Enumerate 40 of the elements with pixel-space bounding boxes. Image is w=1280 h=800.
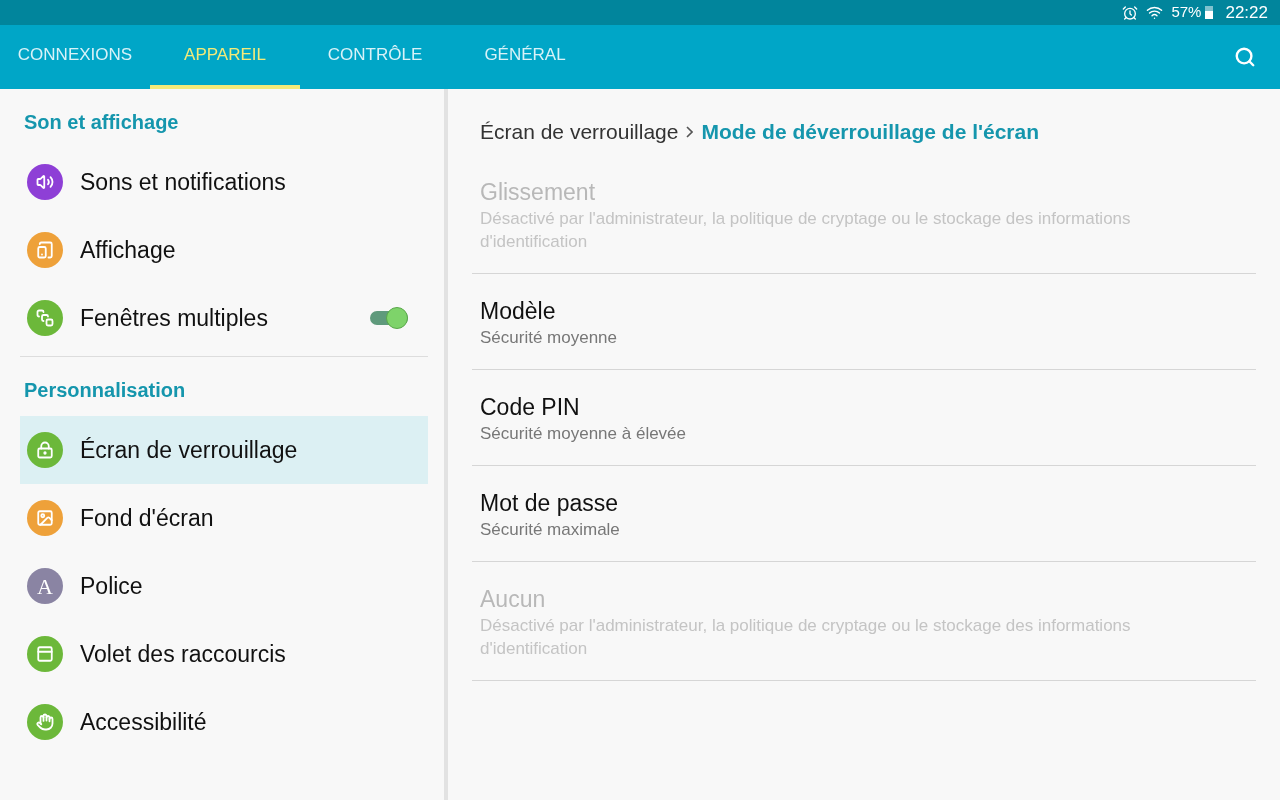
section-heading: Son et affichage bbox=[23, 110, 180, 135]
wifi-icon bbox=[1146, 4, 1164, 21]
letter-icon: A bbox=[27, 568, 63, 604]
option-title: Modèle bbox=[480, 297, 557, 326]
option-title: Mot de passe bbox=[480, 489, 620, 518]
settings-item[interactable]: Volet des raccourcis bbox=[20, 620, 428, 688]
option-subtitle: Sécurité moyenne bbox=[480, 327, 619, 349]
chevron-icon bbox=[686, 126, 694, 138]
clock-time: 22:22 bbox=[1225, 1, 1268, 24]
battery-icon bbox=[1205, 6, 1214, 19]
item-label: Police bbox=[80, 571, 144, 601]
search-icon[interactable] bbox=[1234, 46, 1256, 68]
unlock-option[interactable]: Code PIN Sécurité moyenne à élevée bbox=[472, 370, 1256, 466]
settings-item[interactable]: A Police bbox=[20, 552, 428, 620]
item-label: Fond d'écran bbox=[80, 503, 215, 533]
item-label: Sons et notifications bbox=[80, 167, 287, 197]
unlock-option[interactable]: Mot de passe Sécurité maximale bbox=[472, 466, 1256, 562]
settings-item[interactable]: Accessibilité bbox=[20, 688, 428, 756]
settings-item[interactable]: Fenêtres multiples bbox=[20, 284, 428, 352]
breadcrumb-link[interactable]: Écran de verrouillage bbox=[480, 116, 679, 148]
unlock-option[interactable]: Modèle Sécurité moyenne bbox=[472, 274, 1256, 370]
section-heading: Personnalisation bbox=[23, 378, 187, 403]
alarm-icon bbox=[1122, 4, 1139, 21]
item-label: Affichage bbox=[80, 235, 177, 265]
breadcrumb-current: Mode de déverrouillage de l'écran bbox=[701, 119, 1040, 146]
item-label: Fenêtres multiples bbox=[80, 303, 269, 333]
settings-item[interactable]: Sons et notifications bbox=[20, 148, 428, 216]
item-label: Volet des raccourcis bbox=[80, 639, 287, 669]
item-label: Écran de verrouillage bbox=[80, 435, 299, 465]
option-subtitle: Sécurité moyenne à élevée bbox=[480, 423, 688, 445]
settings-item[interactable]: Écran de verrouillage bbox=[20, 416, 428, 484]
option-title: Aucun bbox=[480, 585, 547, 614]
settings-item[interactable]: Fond d'écran bbox=[20, 484, 428, 552]
option-title: Code PIN bbox=[480, 393, 581, 422]
battery-percent: 57% bbox=[1171, 2, 1202, 23]
item-label: Accessibilité bbox=[80, 707, 208, 737]
option-subtitle: Sécurité maximale bbox=[480, 519, 621, 541]
toggle-switch[interactable] bbox=[370, 306, 408, 330]
settings-item[interactable]: Affichage bbox=[20, 216, 428, 284]
option-title: Glissement bbox=[480, 178, 597, 207]
